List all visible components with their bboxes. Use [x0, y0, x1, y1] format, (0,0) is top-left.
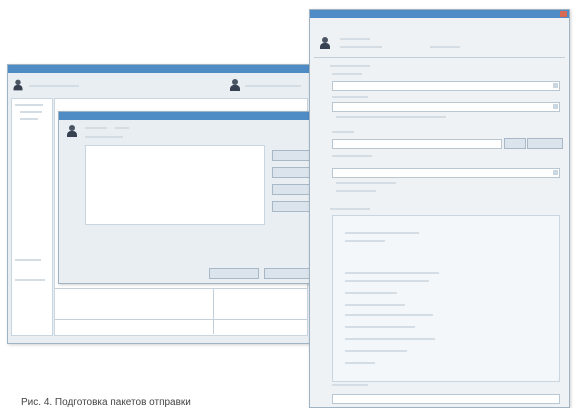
user-icon [320, 37, 330, 49]
front-field-hint [336, 190, 376, 192]
dropdown-arrow-icon[interactable] [553, 83, 558, 88]
front-dialog-header-2 [340, 46, 382, 48]
middle-dialog-side-button[interactable] [272, 167, 310, 178]
checklist-item[interactable] [345, 232, 419, 234]
tree-item[interactable] [15, 104, 43, 106]
front-browse-button-2[interactable] [527, 138, 563, 149]
checklist-item[interactable] [345, 350, 407, 352]
front-field-hint [336, 182, 396, 184]
front-field-label [332, 73, 362, 75]
middle-dialog-ok-button[interactable] [209, 268, 259, 279]
middle-dialog-side-button[interactable] [272, 150, 310, 161]
middle-dialog-side-button[interactable] [272, 184, 310, 195]
back-window-titlebar[interactable] [8, 65, 310, 73]
front-field-label [332, 155, 372, 157]
front-field-hint [336, 116, 446, 118]
list-divider-vertical [213, 288, 214, 334]
user-icon [67, 125, 77, 137]
tree-item[interactable] [20, 118, 38, 120]
checklist-item[interactable] [345, 240, 385, 242]
back-window-tree[interactable] [11, 98, 53, 336]
user-icon [230, 79, 240, 91]
middle-dialog-header-2 [115, 127, 129, 129]
middle-dialog-header-1 [85, 127, 107, 129]
middle-dialog-side-button[interactable] [272, 201, 310, 212]
front-section-divider [314, 57, 565, 58]
checklist-item[interactable] [345, 304, 405, 306]
back-toolbar-label-2 [245, 85, 301, 87]
list-separator [55, 288, 307, 289]
front-select-field[interactable] [332, 168, 560, 178]
front-dialog-titlebar[interactable] [310, 10, 569, 18]
checklist-item[interactable] [345, 272, 439, 274]
front-path-field[interactable] [332, 139, 502, 149]
front-footer-field[interactable] [332, 394, 560, 404]
middle-dialog-titlebar[interactable] [59, 112, 313, 120]
front-select-field[interactable] [332, 102, 560, 112]
figure-caption: Рис. 4. Подготовка пакетов отправки [21, 397, 191, 408]
middle-dialog [58, 111, 314, 284]
checklist-item[interactable] [345, 314, 433, 316]
list-separator [55, 319, 307, 320]
middle-dialog-header-3 [85, 136, 123, 138]
tree-item[interactable] [15, 279, 45, 281]
tree-item[interactable] [20, 111, 42, 113]
checklist-item[interactable] [345, 280, 429, 282]
front-field-label [330, 65, 370, 67]
user-icon [13, 79, 23, 91]
front-dialog [309, 9, 570, 408]
front-browse-button[interactable] [504, 138, 526, 149]
checklist-item[interactable] [345, 338, 435, 340]
dropdown-arrow-icon[interactable] [553, 170, 558, 175]
front-checklist[interactable] [332, 215, 560, 382]
checklist-item[interactable] [345, 292, 397, 294]
back-toolbar-label-1 [29, 85, 79, 87]
checklist-item[interactable] [345, 326, 415, 328]
middle-dialog-list[interactable] [85, 145, 265, 225]
back-window-toolbar [11, 78, 307, 94]
front-dialog-header-1 [340, 38, 370, 40]
front-field-label [332, 96, 368, 98]
close-icon[interactable] [560, 11, 567, 17]
front-footer-label [332, 384, 368, 386]
dropdown-arrow-icon[interactable] [553, 104, 558, 109]
front-dialog-header-3 [430, 46, 460, 48]
checklist-item[interactable] [345, 362, 375, 364]
front-field-label [330, 208, 370, 210]
tree-item[interactable] [15, 259, 41, 261]
middle-dialog-cancel-button[interactable] [264, 268, 310, 279]
front-select-field[interactable] [332, 81, 560, 91]
front-field-label [332, 131, 354, 133]
